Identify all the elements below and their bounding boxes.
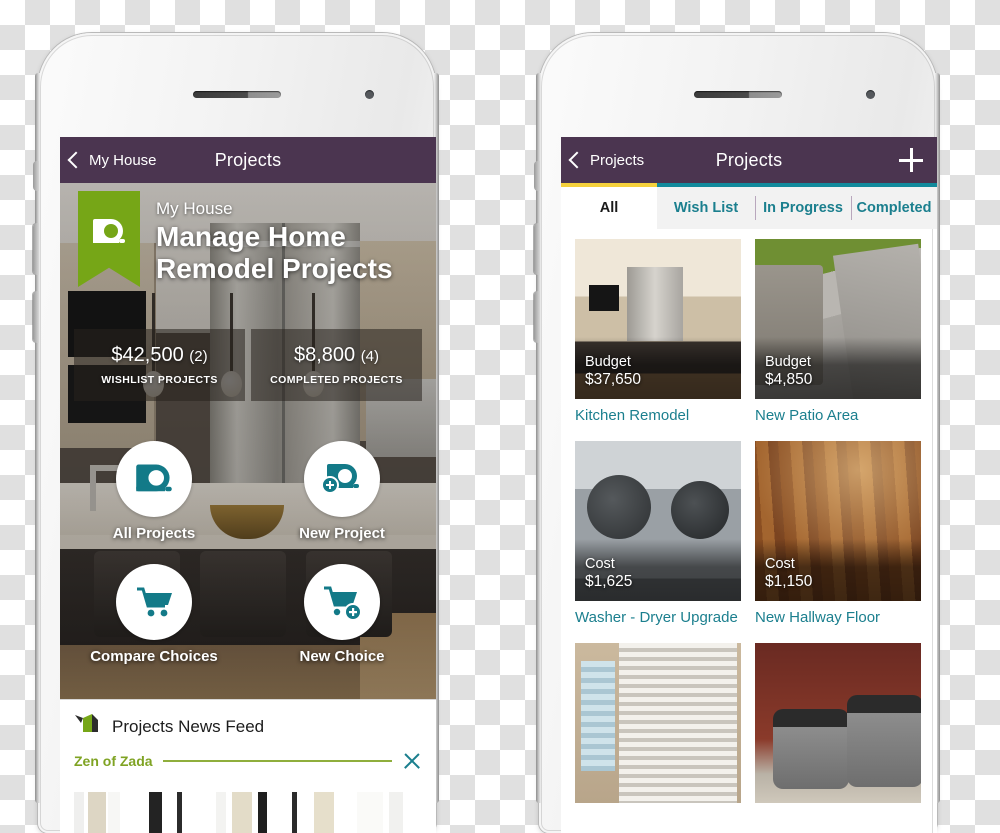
stat-wishlist-count: (2): [189, 348, 208, 365]
volume-down-button[interactable]: [33, 291, 39, 343]
project-metric-label: Cost: [765, 555, 795, 572]
projects-grid[interactable]: Budget $37,650 Kitchen Remodel Budget $4…: [561, 229, 937, 833]
scrollbar-track[interactable]: [932, 229, 933, 833]
stat-completed-label: COMPLETED PROJECTS: [270, 374, 403, 386]
feed-image: [355, 792, 424, 833]
volume-up-button[interactable]: [534, 223, 540, 275]
measuring-tape-plus-icon: [304, 441, 380, 517]
earpiece-speaker: [694, 91, 782, 98]
close-x-icon[interactable]: [402, 751, 422, 771]
hero-eyebrow: My House: [156, 199, 233, 218]
phone-mockup-right: Projects Projects All Wish List In Progr…: [523, 33, 953, 833]
feed-item-name[interactable]: Zen of Zada: [74, 753, 153, 769]
stat-completed-count: (4): [360, 348, 380, 365]
project-card[interactable]: Cost $1,150 New Hallway Floor: [755, 441, 921, 627]
stat-wishlist-amount: $42,500 (2): [111, 344, 208, 366]
project-thumbnail: [575, 643, 741, 804]
phone1-navbar: My House Projects: [60, 137, 436, 183]
project-metric-value: $1,625: [585, 572, 633, 590]
project-card[interactable]: [755, 643, 921, 804]
action-compare-choices-label: Compare Choices: [90, 648, 218, 665]
action-all-projects-label: All Projects: [112, 525, 196, 542]
volume-up-button[interactable]: [33, 223, 39, 275]
project-name[interactable]: Washer - Dryer Upgrade: [575, 608, 741, 627]
hero-banner: My House Manage Home Remodel Projects $4…: [60, 183, 436, 699]
project-filter-tabs: All Wish List In Progress Completed: [561, 183, 937, 229]
earpiece-speaker: [193, 91, 281, 98]
feed-image: [142, 792, 212, 833]
action-new-choice-label: New Choice: [299, 648, 385, 665]
tab-in-progress[interactable]: In Progress: [755, 183, 851, 229]
project-thumbnail: Cost $1,625: [575, 441, 741, 602]
project-metric-label: Budget: [585, 353, 631, 370]
shopping-cart-plus-icon: [304, 564, 380, 640]
tab-all[interactable]: All: [561, 183, 657, 229]
project-name[interactable]: Kitchen Remodel: [575, 406, 741, 425]
project-card[interactable]: Budget $4,850 New Patio Area: [755, 239, 921, 425]
feed-image: [284, 792, 354, 833]
action-new-choice[interactable]: New Choice: [267, 564, 417, 665]
project-card[interactable]: Budget $37,650 Kitchen Remodel: [575, 239, 741, 425]
phone-mockup-left: My House Projects My House Manage Home R…: [22, 33, 452, 833]
hero-title: Manage Home Remodel Projects: [156, 221, 431, 286]
silent-switch[interactable]: [33, 161, 39, 191]
tab-wish-list[interactable]: Wish List: [657, 183, 755, 229]
stat-completed[interactable]: $8,800 (4) COMPLETED PROJECTS: [251, 329, 422, 401]
front-camera: [365, 90, 374, 99]
shopping-cart-icon: [116, 564, 192, 640]
phone2-screen: Projects Projects All Wish List In Progr…: [561, 137, 937, 833]
feed-divider: [162, 760, 392, 762]
feed-title: Projects News Feed: [112, 716, 265, 736]
volume-down-button[interactable]: [534, 291, 540, 343]
project-thumbnail: Cost $1,150: [755, 441, 921, 602]
action-new-project-label: New Project: [299, 525, 385, 542]
project-card[interactable]: Cost $1,625 Washer - Dryer Upgrade: [575, 441, 741, 627]
project-thumbnail: [755, 643, 921, 804]
hero-title-line2: Remodel Projects: [156, 253, 393, 285]
project-row: Budget $37,650 Kitchen Remodel Budget $4…: [561, 239, 937, 425]
action-all-projects[interactable]: All Projects: [79, 441, 229, 542]
hero-title-line1: Manage Home: [156, 221, 346, 252]
project-name[interactable]: New Hallway Floor: [755, 608, 921, 627]
projects-news-feed: Projects News Feed Zen of Zada: [60, 699, 436, 833]
project-thumbnail: Budget $4,850: [755, 239, 921, 399]
silent-switch[interactable]: [534, 161, 540, 191]
project-metric-value: $4,850: [765, 370, 813, 388]
stat-wishlist[interactable]: $42,500 (2) WISHLIST PROJECTS: [74, 329, 245, 401]
project-name[interactable]: New Patio Area: [755, 406, 921, 425]
stats-row: $42,500 (2) WISHLIST PROJECTS $8,800 (4)…: [74, 329, 422, 401]
project-card[interactable]: [575, 643, 741, 804]
quick-actions: All Projects New Project Compare Choices…: [60, 441, 436, 687]
project-row: [561, 643, 937, 804]
feed-item-images[interactable]: [72, 792, 424, 833]
feed-image: [213, 792, 283, 833]
page-title: Projects: [214, 149, 282, 170]
front-camera: [866, 90, 875, 99]
phone2-navbar: Projects Projects: [561, 137, 937, 183]
project-metric-value: $1,150: [765, 572, 813, 590]
stat-completed-amount: $8,800 (4): [293, 344, 380, 366]
action-new-project[interactable]: New Project: [267, 441, 417, 542]
tab-completed[interactable]: Completed: [851, 183, 937, 229]
project-row: Cost $1,625 Washer - Dryer Upgrade Cost: [561, 441, 937, 627]
project-thumbnail: Budget $37,650: [575, 239, 741, 399]
plus-icon[interactable]: [899, 148, 923, 172]
screenshot-stage: My House Projects My House Manage Home R…: [0, 0, 1000, 833]
project-metric-value: $37,650: [585, 370, 642, 388]
stat-wishlist-label: WISHLIST PROJECTS: [101, 374, 218, 386]
house-flag-icon: [74, 712, 100, 741]
phone1-screen: My House Projects My House Manage Home R…: [60, 137, 436, 833]
page-title: Projects: [715, 149, 783, 170]
feed-item-header: Zen of Zada: [60, 751, 436, 771]
action-compare-choices[interactable]: Compare Choices: [79, 564, 229, 665]
feed-header: Projects News Feed: [60, 700, 436, 751]
project-metric-label: Cost: [585, 555, 615, 572]
project-metric-label: Budget: [765, 353, 811, 370]
feed-image: [72, 792, 141, 833]
measuring-tape-icon: [116, 441, 192, 517]
